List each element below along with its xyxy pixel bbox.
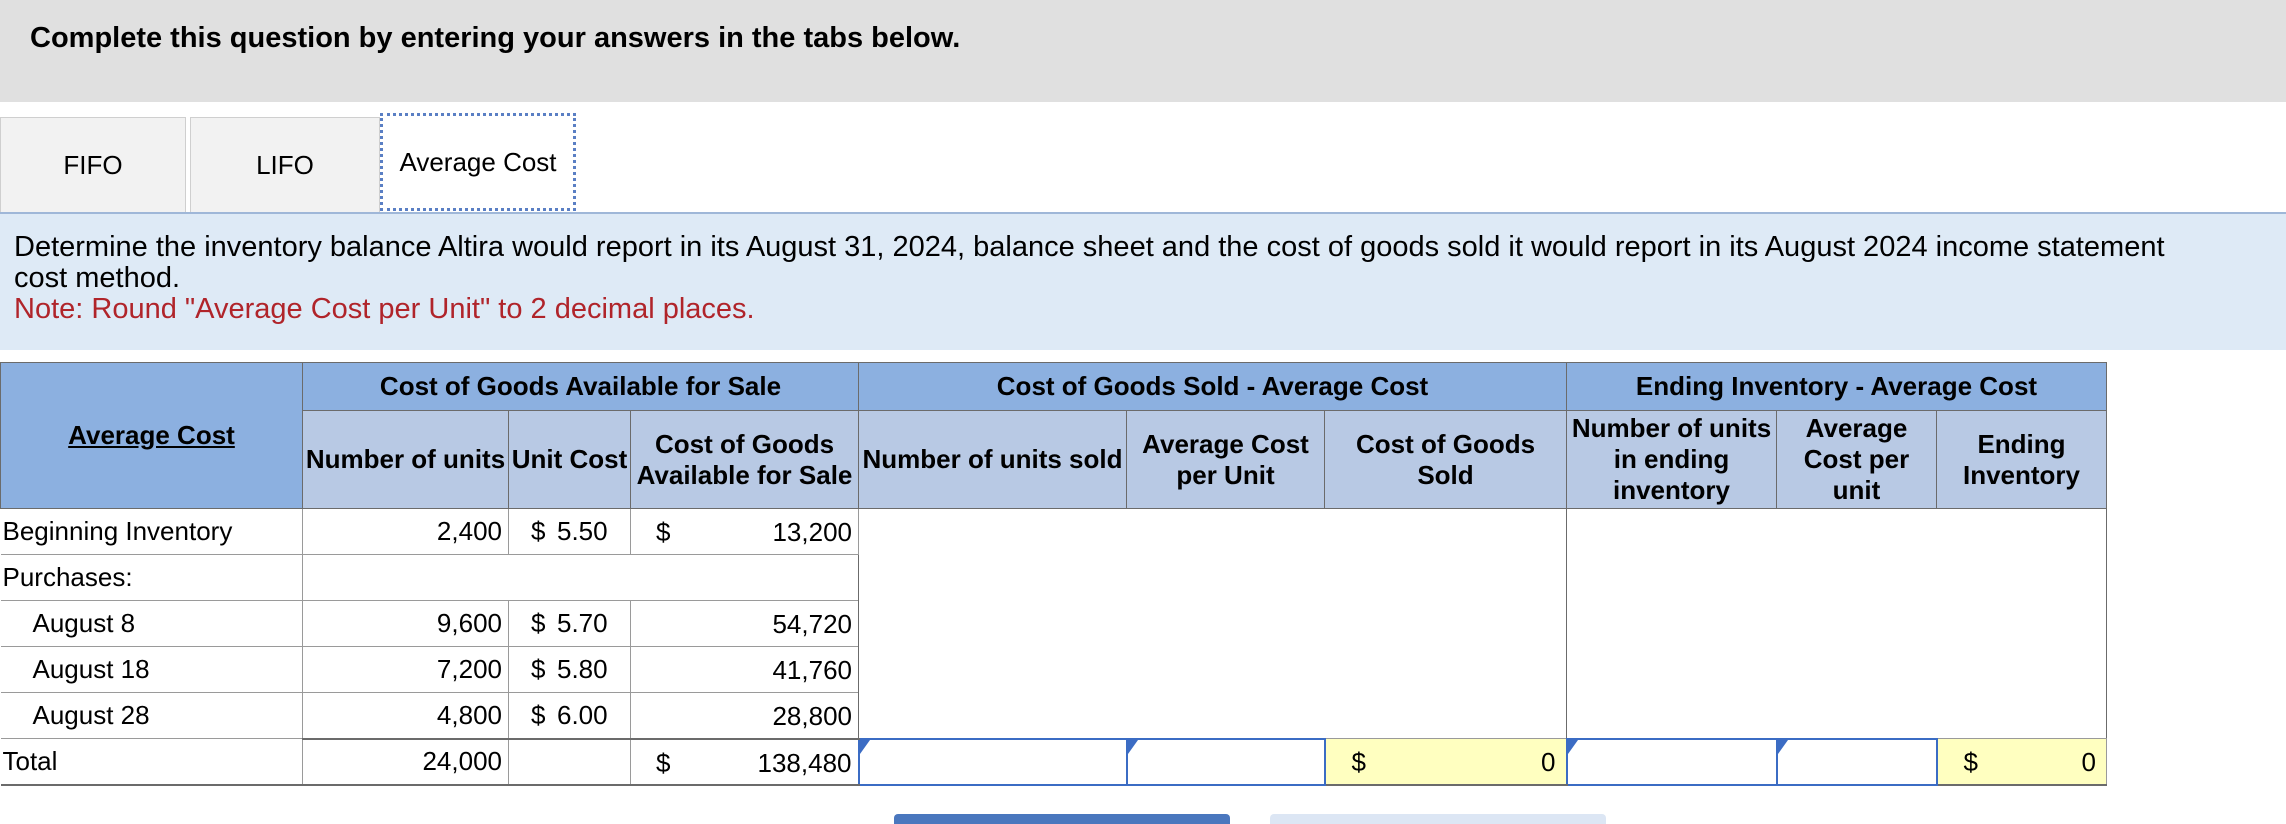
unit-cost-value: 6.00 [557, 699, 608, 730]
units-cell: 7,200 [302, 646, 509, 693]
table-corner-header: Average Cost [0, 362, 303, 509]
total-row: Total 24,000 $138,480 $0 $0 [0, 737, 2107, 786]
purchases-spacer [302, 554, 859, 601]
dollar-sign: $ [531, 608, 546, 638]
ending-inventory-total: $0 [1936, 738, 2107, 786]
ending-inventory-value: 0 [2081, 747, 2096, 777]
input-flag-icon [1778, 740, 1788, 754]
dollar-sign: $ [1963, 747, 1978, 777]
row-label: Beginning Inventory [0, 508, 303, 555]
cost-available-cell: 28,800 [630, 692, 859, 739]
row-label: August 28 [0, 692, 303, 739]
cost-available-cell: 54,720 [630, 600, 859, 647]
cost-available-value: 41,760 [772, 655, 852, 685]
total-cost-available-value: 138,480 [757, 747, 852, 778]
col-avg-cost-unit-ending: Average Cost per unit [1776, 410, 1937, 509]
total-units: 24,000 [302, 737, 509, 786]
instructions-line-1: Determine the inventory balance Altira w… [14, 231, 2165, 263]
cost-available-cell: $13,200 [630, 508, 859, 555]
ending-empty-area [1566, 508, 2107, 739]
row-label: Purchases: [0, 554, 303, 601]
avg-cost-per-unit-input[interactable] [1125, 737, 1326, 786]
units-cell: 9,600 [302, 600, 509, 647]
unit-cost-cell: $5.70 [508, 600, 631, 647]
tab-fifo-label: FIFO [63, 150, 123, 180]
unit-cost-value: 5.80 [557, 654, 608, 684]
row-label: August 18 [0, 646, 303, 693]
col-avg-cost-per-unit: Average Cost per Unit [1126, 410, 1325, 509]
average-cost-table: Average Cost Cost of Goods Available for… [0, 362, 2107, 786]
units-cell: 2,400 [302, 508, 509, 555]
question-header-text: Complete this question by entering your … [30, 22, 961, 54]
dollar-sign: $ [531, 654, 546, 684]
total-cost-available: $138,480 [630, 737, 859, 786]
input-flag-icon [1568, 740, 1578, 754]
cost-available-value: 13,200 [772, 517, 852, 547]
input-flag-icon [1128, 740, 1138, 754]
dollar-sign: $ [531, 699, 546, 730]
header-cost-available: Cost of Goods Available for Sale [302, 362, 859, 411]
col-units-ending: Number of units in ending inventory [1566, 410, 1777, 509]
instructions-panel: Determine the inventory balance Altira w… [0, 214, 2286, 350]
table-title: Average Cost [68, 420, 235, 450]
col-cost-of-goods-sold: Cost of Goods Sold [1324, 410, 1567, 509]
cost-of-goods-sold-total: $0 [1324, 738, 1567, 786]
cost-available-value: 54,720 [772, 609, 852, 639]
tab-average-cost[interactable]: Average Cost [380, 113, 576, 211]
unit-cost-cell: $5.80 [508, 646, 631, 693]
dollar-sign: $ [531, 516, 546, 546]
rounding-note: Note: Round "Average Cost per Unit" to 2… [14, 293, 755, 325]
col-ending-inventory: Ending Inventory [1936, 410, 2107, 509]
dollar-sign: $ [1351, 747, 1366, 777]
cost-available-cell: 41,760 [630, 646, 859, 693]
avg-cost-ending-input[interactable] [1775, 737, 1938, 786]
total-label: Total [0, 738, 303, 786]
total-unit-cost-blank [508, 737, 631, 786]
dollar-sign: $ [656, 517, 671, 547]
tab-lifo-label: LIFO [256, 150, 314, 180]
unit-cost-cell: $5.50 [508, 508, 631, 555]
table-row: Beginning Inventory 2,400 $5.50 $13,200 [0, 508, 2107, 739]
cost-available-value: 28,800 [772, 701, 852, 731]
unit-cost-value: 5.70 [557, 608, 608, 638]
col-number-of-units: Number of units [302, 410, 509, 509]
tab-lifo[interactable]: LIFO [190, 117, 380, 213]
header-ending-inventory: Ending Inventory - Average Cost [1566, 362, 2107, 411]
units-ending-input[interactable] [1565, 737, 1778, 786]
question-header: Complete this question by entering your … [0, 0, 2286, 102]
header-cost-sold: Cost of Goods Sold - Average Cost [858, 362, 1567, 411]
dollar-sign: $ [656, 747, 671, 778]
unit-cost-cell: $6.00 [508, 692, 631, 739]
unit-cost-value: 5.50 [557, 516, 608, 546]
input-flag-icon [860, 740, 870, 754]
cogs-empty-area [858, 508, 1567, 739]
row-label: August 8 [0, 600, 303, 647]
col-cost-available: Cost of Goods Available for Sale [630, 410, 859, 509]
tab-fifo[interactable]: FIFO [0, 117, 186, 213]
col-units-sold: Number of units sold [858, 410, 1127, 509]
units-sold-input[interactable] [857, 737, 1128, 786]
tab-average-cost-label: Average Cost [399, 146, 557, 177]
col-unit-cost: Unit Cost [508, 410, 631, 509]
units-cell: 4,800 [302, 692, 509, 739]
cogs-value: 0 [1541, 747, 1556, 777]
instructions-line-2: cost method. [14, 262, 181, 294]
